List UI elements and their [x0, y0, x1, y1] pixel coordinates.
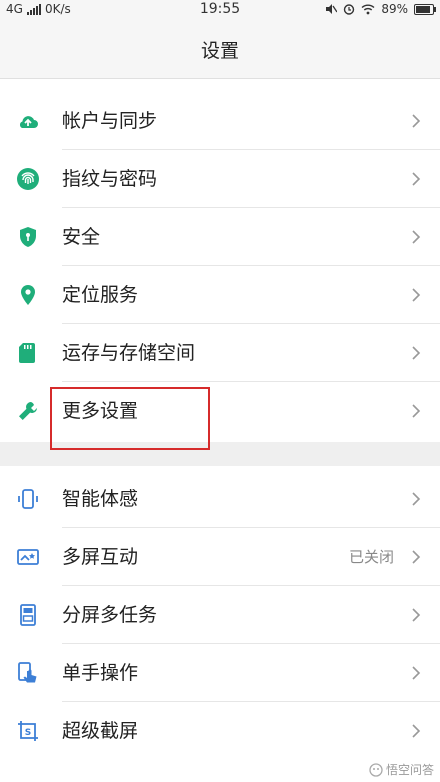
chevron-right-icon [412, 346, 421, 360]
highlight-box [50, 387, 210, 450]
screenshot-icon: S [18, 721, 38, 741]
settings-item-fingerprint-password[interactable]: 指纹与密码 [0, 150, 440, 208]
chevron-right-icon [412, 492, 421, 506]
settings-item-label: 指纹与密码 [62, 168, 158, 190]
settings-item-label: 智能体感 [62, 488, 139, 510]
chevron-right-icon [412, 288, 421, 302]
settings-item-smart-motion[interactable]: 智能体感 [0, 470, 440, 528]
settings-item-label: 帐户与同步 [62, 110, 158, 132]
chevron-right-icon [412, 230, 421, 244]
mute-icon [326, 4, 338, 14]
settings-item-label: 运存与存储空间 [62, 342, 196, 364]
settings-item-super-screenshot[interactable]: S 超级截屏 [0, 702, 440, 760]
settings-item-label: 单手操作 [62, 662, 139, 684]
status-right: 89% [325, 2, 436, 16]
watermark-logo-icon [369, 762, 383, 777]
settings-item-label: 安全 [62, 226, 101, 248]
chevron-right-icon [412, 724, 421, 738]
cloud-icon [19, 116, 38, 128]
wifi-icon [361, 4, 375, 15]
settings-item-label: 分屏多任务 [62, 604, 158, 626]
settings-item-label: 超级截屏 [62, 720, 139, 742]
settings-item-label: 多屏互动 [62, 546, 139, 568]
battery-percent: 89% [381, 2, 408, 16]
chevron-right-icon [412, 666, 421, 680]
chevron-right-icon [412, 404, 421, 418]
settings-item-one-hand[interactable]: 单手操作 [0, 644, 440, 702]
page-title: 设置 [200, 39, 239, 62]
settings-item-label: 定位服务 [62, 284, 139, 306]
shield-icon [20, 227, 36, 247]
cast-screen-icon [17, 549, 39, 565]
settings-item-value: 已关闭 [348, 548, 394, 566]
watermark: 悟空问答 [369, 761, 434, 778]
settings-item-split-screen[interactable]: 分屏多任务 [0, 586, 440, 644]
settings-item-memory-storage[interactable]: 运存与存储空间 [0, 324, 440, 382]
phone-gesture-icon [18, 489, 38, 509]
wrench-icon [19, 402, 37, 420]
chevron-right-icon [412, 114, 421, 128]
fingerprint-icon [17, 168, 39, 190]
one-hand-icon [18, 662, 37, 683]
battery-icon [414, 3, 436, 15]
title-bar: 设置 [0, 20, 440, 79]
chevron-right-icon [412, 172, 421, 186]
settings-item-security[interactable]: 安全 [0, 208, 440, 266]
chevron-right-icon [412, 608, 421, 622]
settings-group-2: 智能体感 多屏互动 已关闭 分屏多任务 单手操作 S 超级截屏 [0, 470, 440, 760]
watermark-text: 悟空问答 [385, 763, 434, 777]
settings-item-account-sync[interactable]: 帐户与同步 [0, 92, 440, 150]
location-pin-icon [21, 285, 35, 305]
status-bar: 4G 0K/s 19:55 89% [0, 0, 440, 20]
alarm-icon [344, 4, 355, 15]
chevron-right-icon [412, 550, 421, 564]
split-screen-icon [20, 604, 36, 626]
sd-card-icon [19, 343, 35, 363]
settings-item-multi-screen[interactable]: 多屏互动 已关闭 [0, 528, 440, 586]
settings-item-location[interactable]: 定位服务 [0, 266, 440, 324]
svg-text:S: S [25, 728, 31, 738]
